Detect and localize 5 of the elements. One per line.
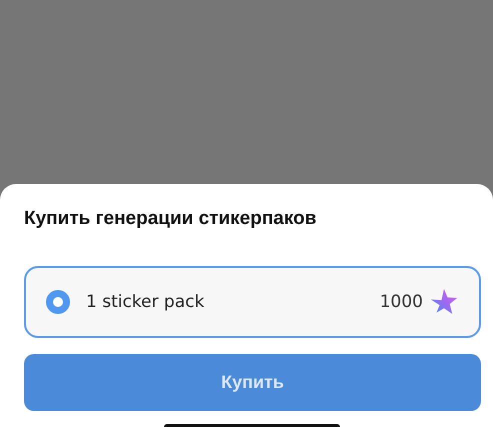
price: 1000 <box>380 292 423 312</box>
radio-button[interactable] <box>46 290 70 314</box>
sheet-title: Купить генерации стикерпаков <box>24 208 318 230</box>
option-label: 1 sticker pack <box>86 292 206 312</box>
sticker-pack-option[interactable]: 1 sticker pack 1000 <box>24 266 481 338</box>
